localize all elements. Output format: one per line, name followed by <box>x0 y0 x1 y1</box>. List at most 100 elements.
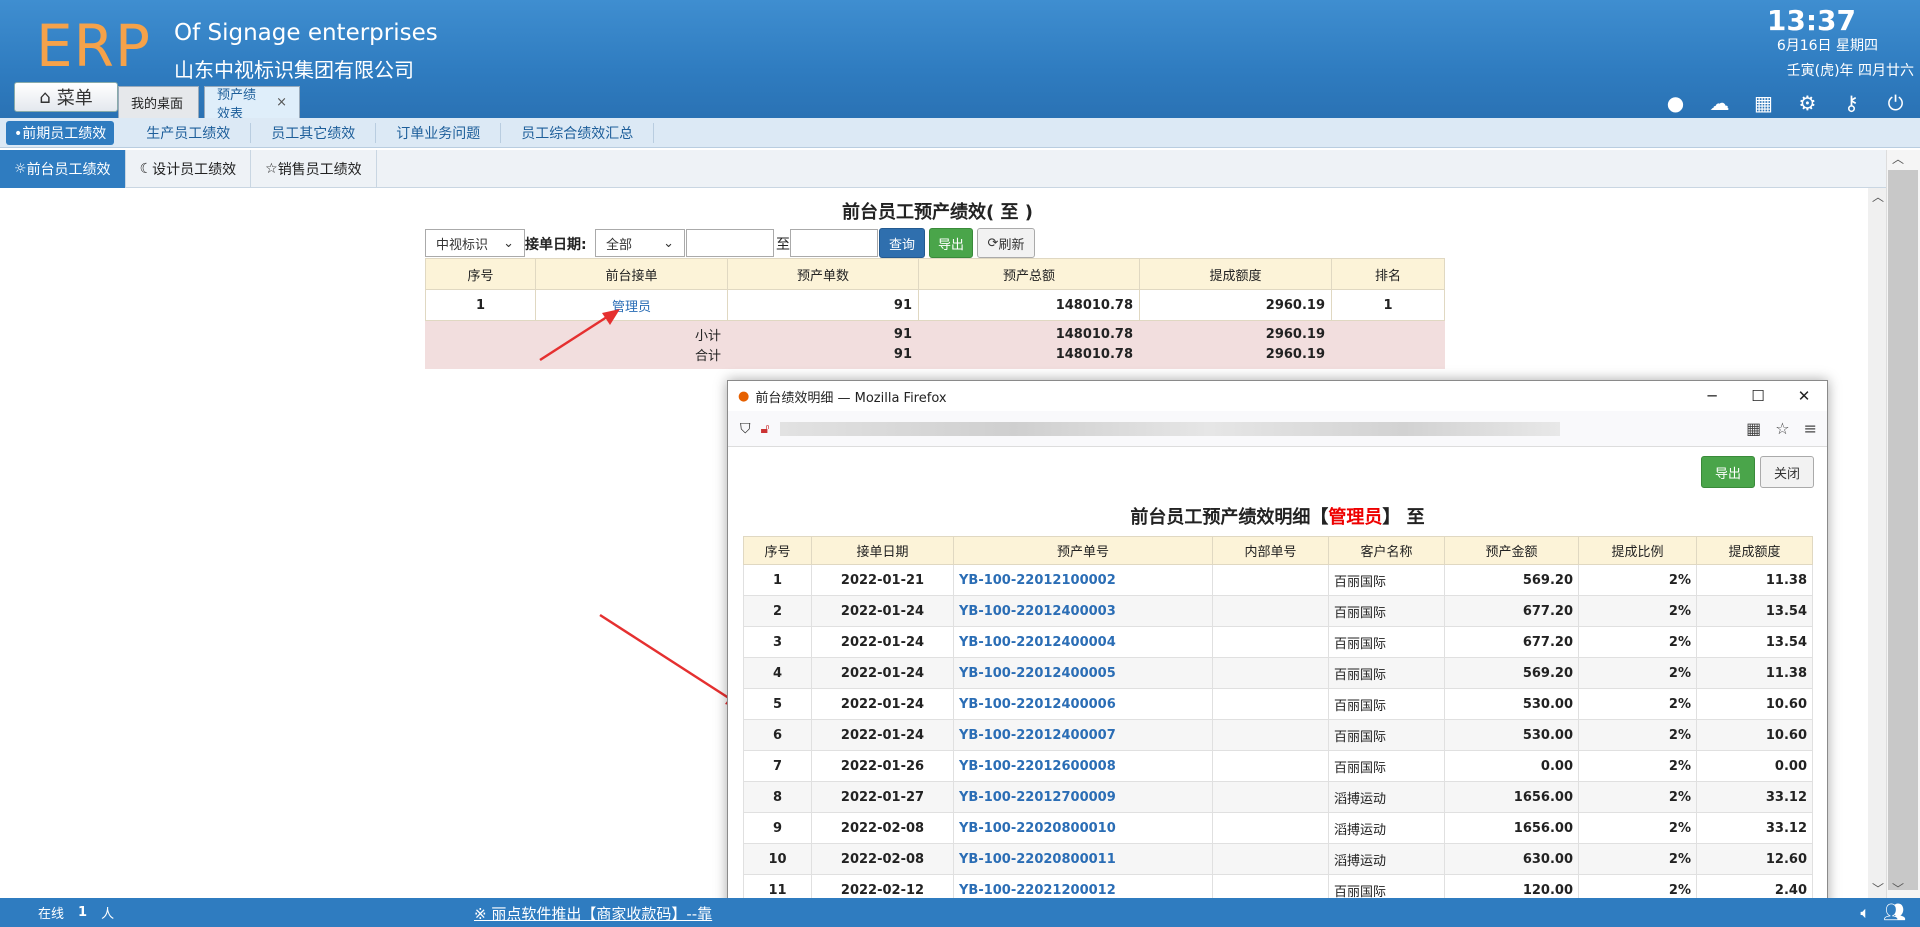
key-icon[interactable]: ⚷ <box>1839 90 1864 115</box>
cell-inner-no <box>1212 843 1329 875</box>
select-value: 全部 <box>606 237 633 253</box>
chevron-down-icon: ⌄ <box>663 235 674 251</box>
export-button[interactable]: 导出 <box>929 228 973 258</box>
table-row: 1 2022-01-21 YB-100-22012100002 百丽国际 569.20 2… <box>743 564 1813 596</box>
col-header: 序号 <box>743 536 812 565</box>
tab-label: 预产绩效表 <box>217 87 257 122</box>
cell-customer: 百丽国际 <box>1328 719 1445 751</box>
order-link[interactable]: YB-100-22012400005 <box>953 657 1213 689</box>
menu-button[interactable]: ⌂ 菜单 <box>14 82 118 112</box>
refresh-button[interactable]: ⟳ 刷新 <box>977 228 1035 258</box>
cell-inner-no <box>1212 688 1329 720</box>
content-scrollbar[interactable] <box>1868 188 1886 898</box>
popup-window: ● 前台绩效明细 — Mozilla Firefox ─ ☐ ✕ ⛉ 🔓︎ ▦ … <box>727 380 1828 927</box>
outer-scrollbar-thumb[interactable] <box>1888 170 1918 890</box>
maximize-icon[interactable]: ☐ <box>1735 381 1781 411</box>
col-header: 预产金额 <box>1444 536 1579 565</box>
subtotal-total: 148010.78 <box>918 320 1140 345</box>
window-title: 前台绩效明细 — Mozilla Firefox <box>755 390 947 406</box>
cell-amount: 630.00 <box>1444 843 1579 875</box>
cell-ratio: 2% <box>1578 781 1697 813</box>
bookmark-star-icon[interactable]: ☆ <box>1775 419 1789 438</box>
cell-date: 2022-01-24 <box>811 688 954 720</box>
apps-icon[interactable]: ▦ <box>1751 90 1776 115</box>
order-link[interactable]: YB-100-22012600008 <box>953 750 1213 782</box>
tab-sales[interactable]: ☆ 销售员工绩效 <box>251 150 377 188</box>
settings-icon[interactable]: ⚙ <box>1795 90 1820 115</box>
order-link[interactable]: YB-100-22012400006 <box>953 688 1213 720</box>
hamburger-menu-icon[interactable]: ≡ <box>1804 419 1817 438</box>
users-icon[interactable]: 👥︎ <box>1883 902 1906 923</box>
tab-desktop[interactable]: 我的桌面 <box>118 86 199 118</box>
start-date-input[interactable] <box>686 229 774 257</box>
scroll-down-icon[interactable]: ﹀ <box>1892 880 1904 897</box>
news-marquee-link[interactable]: ※ 丽点软件推出【商家收款码】--靠 <box>474 903 712 924</box>
cell-date: 2022-01-24 <box>811 626 954 658</box>
scroll-up-icon[interactable]: ︿ <box>1892 150 1904 167</box>
cell-date: 2022-02-08 <box>811 843 954 875</box>
tab-label: 前台员工绩效 <box>26 162 111 178</box>
subnav-item-order-issues[interactable]: 订单业务问题 <box>376 122 502 143</box>
cell-no: 9 <box>743 812 812 844</box>
subnav-item-other[interactable]: 员工其它绩效 <box>251 122 377 143</box>
order-link[interactable]: YB-100-22012100002 <box>953 564 1213 596</box>
volume-icon[interactable]: 🔈︎ <box>1860 903 1870 923</box>
moon-icon: ☾ <box>139 161 153 177</box>
order-link[interactable]: YB-100-22012400004 <box>953 626 1213 658</box>
table-row: 8 2022-01-27 YB-100-22012700009 滔搏运动 1656.00… <box>743 781 1813 813</box>
company-name-cn: 山东中视标识集团有限公司 <box>174 58 414 82</box>
col-header: 预产单数 <box>727 258 919 290</box>
clock-lunar-date: 壬寅(虎)年 四月廿六 <box>1786 63 1914 79</box>
total-amount: 148010.78 <box>918 344 1140 369</box>
date-range-select[interactable]: 全部 ⌄ <box>595 229 685 257</box>
order-link[interactable]: YB-100-22012400003 <box>953 595 1213 627</box>
power-icon[interactable]: ⏻ <box>1883 90 1908 115</box>
cell-commission: 10.60 <box>1696 719 1813 751</box>
minimize-icon[interactable]: ─ <box>1689 381 1735 411</box>
tab-performance[interactable]: 预产绩效表 × <box>204 86 300 122</box>
cell-amount: 569.20 <box>1444 564 1579 596</box>
clock-time: 13:37 <box>1766 4 1856 37</box>
help-cloud-icon[interactable]: ☁ <box>1707 90 1732 115</box>
subnav-item-early[interactable]: •前期员工绩效 <box>6 120 115 145</box>
scroll-down-icon[interactable]: ﹀ <box>1872 880 1884 897</box>
table-row: 7 2022-01-26 YB-100-22012600008 百丽国际 0.00 2% 0… <box>743 750 1813 782</box>
title-prefix: 前台员工预产绩效明细【 <box>1130 507 1329 528</box>
cell-customer: 百丽国际 <box>1328 750 1445 782</box>
cell-amount: 677.20 <box>1444 626 1579 658</box>
total-count: 91 <box>727 344 919 369</box>
app-logo: ERP <box>36 12 151 80</box>
order-link[interactable]: YB-100-22020800010 <box>953 812 1213 844</box>
select-value: 中视标识 <box>436 237 489 253</box>
popup-export-button[interactable]: 导出 <box>1701 456 1755 488</box>
subnav-item-production[interactable]: 生产员工绩效 <box>126 122 252 143</box>
close-icon[interactable]: × <box>276 95 287 110</box>
cell-inner-no <box>1212 750 1329 782</box>
address-bar[interactable]: ⛉ 🔓︎ ▦ ☆ ≡ <box>728 411 1827 447</box>
table-row: 4 2022-01-24 YB-100-22012400005 百丽国际 569.20 2… <box>743 657 1813 689</box>
end-date-input[interactable] <box>790 229 878 257</box>
cell-date: 2022-01-24 <box>811 719 954 751</box>
cell-date: 2022-01-27 <box>811 781 954 813</box>
window-titlebar: ● 前台绩效明细 — Mozilla Firefox ─ ☐ ✕ <box>728 381 1827 411</box>
query-button[interactable]: 查询 <box>879 228 925 258</box>
qr-code-icon[interactable]: ▦ <box>1746 419 1761 438</box>
user-icon[interactable]: ● <box>1663 90 1688 115</box>
order-link[interactable]: YB-100-22012700009 <box>953 781 1213 813</box>
cell-amount: 1656.00 <box>1444 781 1579 813</box>
scroll-up-icon[interactable]: ︿ <box>1872 188 1884 205</box>
company-select[interactable]: 中视标识 ⌄ <box>425 229 525 257</box>
order-link[interactable]: YB-100-22020800011 <box>953 843 1213 875</box>
secondary-tabs: ☼ 前台员工绩效 ☾ 设计员工绩效 ☆ 销售员工绩效 <box>0 150 1920 188</box>
tab-design[interactable]: ☾ 设计员工绩效 <box>126 150 252 188</box>
tab-frontdesk[interactable]: ☼ 前台员工绩效 <box>0 150 126 188</box>
sun-icon: ☼ <box>14 161 27 177</box>
col-header: 预产总额 <box>918 258 1140 290</box>
cell-ratio: 2% <box>1578 750 1697 782</box>
close-icon[interactable]: ✕ <box>1781 381 1827 411</box>
popup-close-button[interactable]: 关闭 <box>1760 456 1814 488</box>
subnav-item-summary[interactable]: 员工综合绩效汇总 <box>501 122 655 143</box>
cell-amount: 0.00 <box>1444 750 1579 782</box>
order-link[interactable]: YB-100-22012400007 <box>953 719 1213 751</box>
cell-ratio: 2% <box>1578 719 1697 751</box>
